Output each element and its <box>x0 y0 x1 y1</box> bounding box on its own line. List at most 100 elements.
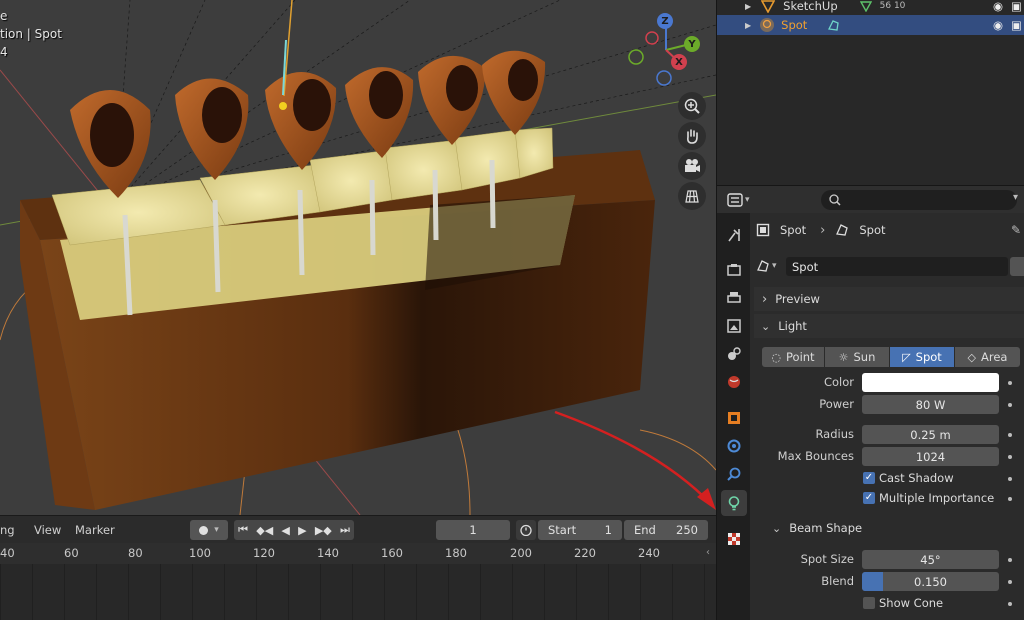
power-field[interactable]: 80 W <box>862 395 999 414</box>
end-frame-field[interactable]: End 250 <box>624 520 708 540</box>
pin-icon[interactable]: ✎ <box>1011 223 1021 237</box>
show-cone-checkbox[interactable] <box>863 597 875 609</box>
light-type-spot[interactable]: ◸ Spot <box>890 347 954 367</box>
pan-button[interactable] <box>678 122 706 150</box>
jump-end-icon[interactable]: ⏭ <box>340 523 350 537</box>
outliner-row-selected[interactable]: ▶ Spot ◉ ▣ <box>717 15 1024 35</box>
breadcrumb: Spot › Spot ✎ <box>756 221 1024 239</box>
camera-view-button[interactable] <box>678 152 706 180</box>
light-type-sun[interactable]: ☼ Sun <box>825 347 889 367</box>
jump-start-icon[interactable]: ⏮ <box>238 523 248 537</box>
spot-size-field[interactable]: 45° <box>862 550 999 569</box>
tab-output[interactable] <box>721 285 747 311</box>
end-frame-value: 250 <box>676 523 698 537</box>
tab-modifiers[interactable] <box>721 433 747 459</box>
lightbulb-icon <box>728 496 740 511</box>
animate-property-dot[interactable] <box>1008 433 1012 437</box>
color-label: Color <box>823 375 854 389</box>
animate-property-dot[interactable] <box>1008 381 1012 385</box>
tab-tool[interactable] <box>721 222 747 248</box>
keying-dropdown[interactable]: ▾ <box>190 520 228 540</box>
ruler-tick: 120 <box>253 546 275 560</box>
animate-property-dot[interactable] <box>1008 477 1012 481</box>
tab-object[interactable] <box>721 405 747 431</box>
marker-menu[interactable]: Marker <box>75 523 115 537</box>
stopwatch-icon[interactable] <box>516 520 536 540</box>
tab-render[interactable] <box>721 257 747 283</box>
animate-property-dot[interactable] <box>1008 497 1012 501</box>
fake-user-shield-icon[interactable] <box>1010 257 1024 276</box>
camera-render-icon[interactable]: ▣ <box>1011 18 1022 32</box>
expand-arrow-icon[interactable]: ▶ <box>745 21 751 30</box>
multiple-importance-checkbox[interactable]: ✓ <box>863 492 875 504</box>
tab-world[interactable] <box>721 369 747 395</box>
max-bounces-field[interactable]: 1024 <box>862 447 999 466</box>
3d-viewport[interactable]: e tion | Spot 4 Z Y X <box>0 0 716 515</box>
navigation-gizmo[interactable]: Z Y X <box>624 10 704 90</box>
tab-texture[interactable] <box>721 526 747 552</box>
current-frame-field[interactable]: 1 <box>436 520 510 540</box>
render-camera-icon <box>727 264 741 276</box>
object-icon <box>728 412 740 424</box>
end-frame-label: End <box>634 523 656 537</box>
zoom-button[interactable] <box>678 92 706 120</box>
zoom-icon <box>684 98 700 114</box>
tab-view-layer[interactable] <box>721 313 747 339</box>
preview-panel-header[interactable]: › Preview <box>754 287 1024 311</box>
spot-light-icon <box>836 224 849 236</box>
blend-slider[interactable]: 0.150 <box>862 572 999 591</box>
animate-property-dot[interactable] <box>1008 580 1012 584</box>
outliner-row[interactable]: ▶ SketchUp 56 10 ◉ ▣ <box>717 0 1024 16</box>
animate-property-dot[interactable] <box>1008 403 1012 407</box>
expand-arrow-icon[interactable]: ▶ <box>745 2 751 11</box>
tab-light-data[interactable] <box>721 490 747 516</box>
next-keyframe-icon[interactable]: ▶◆ <box>315 524 332 537</box>
gizmo-y-axis[interactable]: Y <box>684 36 700 52</box>
animate-property-dot[interactable] <box>1008 558 1012 562</box>
multiple-importance-label: Multiple Importance <box>879 491 995 505</box>
gizmo-x-axis[interactable]: X <box>671 54 687 70</box>
radius-field[interactable]: 0.25 m <box>862 425 999 444</box>
datablock-name-field[interactable]: Spot <box>786 257 1008 276</box>
wrench-screwdriver-icon <box>728 229 740 242</box>
view-menu[interactable]: View <box>34 523 61 537</box>
eye-icon[interactable]: ◉ <box>993 18 1003 32</box>
tab-scene[interactable] <box>721 341 747 367</box>
start-frame-field[interactable]: Start 1 <box>538 520 622 540</box>
light-type-selector[interactable]: ▾ <box>756 256 786 276</box>
radius-label: Radius <box>815 427 854 441</box>
timeline-ruler[interactable]: 40 60 80 100 120 140 160 180 200 220 240… <box>0 543 716 564</box>
record-icon <box>199 525 209 535</box>
light-object-icon <box>760 18 775 32</box>
blend-value: 0.150 <box>914 574 947 589</box>
properties-search[interactable] <box>821 190 1017 210</box>
light-type-sun-label: Sun <box>853 350 876 364</box>
ortho-toggle-button[interactable] <box>678 182 706 210</box>
playback-menu[interactable]: ng <box>0 523 15 537</box>
chevron-down-icon: ▾ <box>745 195 750 205</box>
timeline-tracks[interactable] <box>0 564 716 620</box>
chevron-down-icon[interactable]: ▾ <box>1013 192 1018 203</box>
collapse-arrow-icon[interactable]: ‹ <box>706 547 710 558</box>
collection-icon <box>761 0 776 13</box>
light-type-area[interactable]: ◇ Area <box>955 347 1020 367</box>
ruler-tick: 180 <box>445 546 467 560</box>
color-swatch[interactable] <box>862 373 999 392</box>
gizmo-z-axis[interactable]: Z <box>657 13 673 29</box>
chevron-down-icon: ⌄ <box>761 319 771 333</box>
prev-keyframe-icon[interactable]: ◆◀ <box>256 524 273 537</box>
animate-property-dot[interactable] <box>1008 455 1012 459</box>
play-reverse-icon[interactable]: ◀ <box>281 524 289 537</box>
editor-type-dropdown[interactable]: ▾ <box>727 191 757 209</box>
camera-render-icon[interactable]: ▣ <box>1011 0 1022 13</box>
sun-icon: ☼ <box>838 350 849 364</box>
play-icon[interactable]: ▶ <box>298 524 306 537</box>
clock-icon <box>520 524 532 536</box>
eye-icon[interactable]: ◉ <box>993 0 1003 13</box>
tab-physics[interactable] <box>721 461 747 487</box>
light-type-point[interactable]: ◌ Point <box>762 347 824 367</box>
light-panel-header[interactable]: ⌄ Light <box>754 314 1024 338</box>
cast-shadow-checkbox[interactable]: ✓ <box>863 472 875 484</box>
beam-shape-panel-header[interactable]: ⌄ Beam Shape <box>764 516 1024 540</box>
animate-property-dot[interactable] <box>1008 602 1012 606</box>
